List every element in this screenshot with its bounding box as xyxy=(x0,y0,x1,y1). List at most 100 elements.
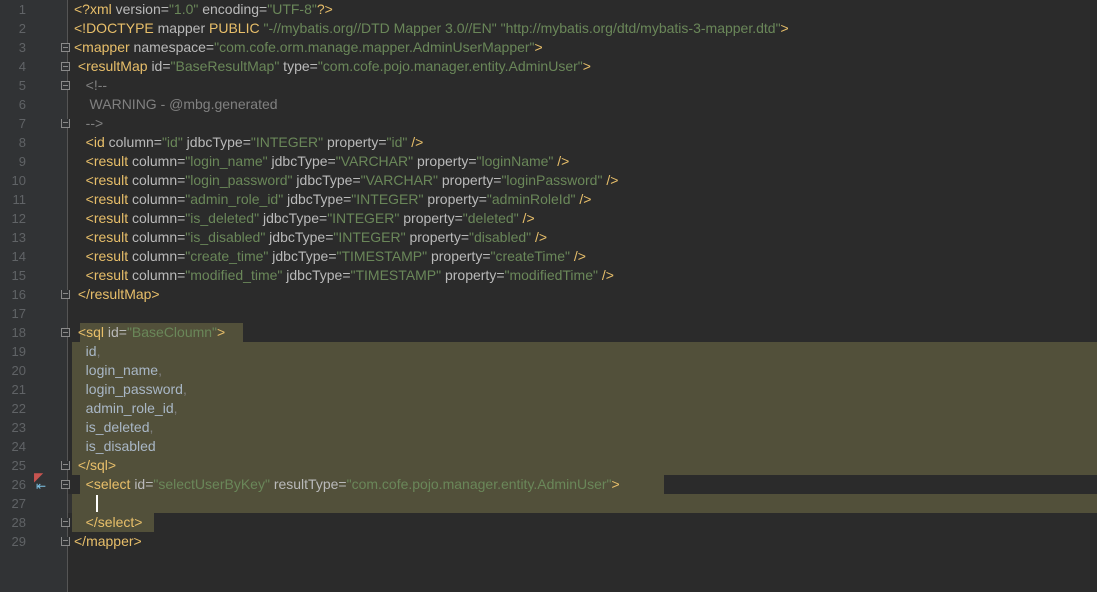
code-token: /> xyxy=(597,267,614,283)
code-token: column= xyxy=(131,172,186,188)
fold-end-icon[interactable] xyxy=(61,290,70,299)
code-token: "admin_role_id" xyxy=(185,191,284,207)
code-token: "INTEGER" xyxy=(327,210,400,226)
code-line[interactable]: <resultMap id="BaseResultMap" type="com.… xyxy=(74,57,591,76)
fold-toggle-icon[interactable] xyxy=(61,62,70,71)
code-token: <result xyxy=(85,172,132,188)
code-token: /> xyxy=(602,172,619,188)
code-token: property= xyxy=(323,134,387,150)
code-line[interactable]: id, xyxy=(74,342,101,361)
code-token: , xyxy=(96,343,101,359)
code-line[interactable]: admin_role_id, xyxy=(74,399,178,418)
code-line[interactable]: login_password, xyxy=(74,380,187,399)
code-line[interactable]: <result column="modified_time" jdbcType=… xyxy=(74,266,614,285)
code-token: > xyxy=(217,324,226,340)
code-token: property= xyxy=(399,210,463,226)
code-token: > xyxy=(534,39,543,55)
code-line[interactable]: <result column="login_password" jdbcType… xyxy=(74,171,619,190)
line-number: 18 xyxy=(11,325,26,340)
code-token: "TIMESTAMP" xyxy=(350,267,442,283)
code-line[interactable]: is_disabled xyxy=(74,437,156,456)
code-token: jdbcType= xyxy=(259,210,328,226)
navigate-to-method-icon[interactable]: ⇤ xyxy=(36,479,46,493)
code-token: login_name xyxy=(74,362,159,378)
line-number: 17 xyxy=(11,306,26,321)
code-token: column= xyxy=(131,229,186,245)
code-token: </sql> xyxy=(77,457,117,473)
code-token: is_deleted xyxy=(74,419,150,435)
code-token: resultType= xyxy=(269,476,347,492)
code-line[interactable]: <result column="is_disabled" jdbcType="I… xyxy=(74,228,547,247)
code-token: /> xyxy=(407,134,424,150)
line-number: 5 xyxy=(18,78,26,93)
code-line[interactable]: <result column="admin_role_id" jdbcType=… xyxy=(74,190,592,209)
code-line[interactable]: <result column="create_time" jdbcType="T… xyxy=(74,247,586,266)
fold-end-icon[interactable] xyxy=(61,461,70,470)
code-token: property= xyxy=(405,229,470,245)
code-line[interactable]: </mapper> xyxy=(74,532,142,551)
sql-block-highlight xyxy=(72,342,1097,475)
code-token: , xyxy=(173,400,178,416)
code-line[interactable]: </select> xyxy=(74,513,143,532)
code-token: "loginName" xyxy=(476,153,554,169)
code-line[interactable]: </resultMap> xyxy=(74,285,160,304)
code-editor[interactable]: 1 <?xml version="1.0" encoding="UTF-8"?> 2… xyxy=(0,0,1097,592)
fold-toggle-icon[interactable] xyxy=(61,81,70,90)
code-token: column= xyxy=(131,153,186,169)
code-line[interactable]: --> xyxy=(74,114,104,133)
line-number: 19 xyxy=(11,344,26,359)
code-token: <id xyxy=(85,134,109,150)
code-line[interactable]: <!DOCTYPE mapper PUBLIC "-//mybatis.org/… xyxy=(74,19,789,38)
code-token: <result xyxy=(85,248,132,264)
code-line[interactable]: <result column="is_deleted" jdbcType="IN… xyxy=(74,209,535,228)
line-number: 8 xyxy=(18,135,26,150)
line-number: 9 xyxy=(18,154,26,169)
line-number: 2 xyxy=(18,21,26,36)
code-token: id= xyxy=(134,476,154,492)
fold-end-icon[interactable] xyxy=(61,537,70,546)
code-line[interactable]: <select id="selectUserByKey" resultType=… xyxy=(74,475,620,494)
code-token: , xyxy=(158,362,162,378)
code-token: "selectUserByKey" xyxy=(153,476,270,492)
code-token: jdbcType= xyxy=(267,153,336,169)
code-token: "INTEGER" xyxy=(250,134,324,150)
code-token: </mapper> xyxy=(74,533,142,549)
fold-toggle-icon[interactable] xyxy=(61,480,70,489)
code-line[interactable]: <mapper namespace="com.cofe.orm.manage.m… xyxy=(74,38,543,57)
code-line[interactable]: <sql id="BaseCloumn"> xyxy=(74,323,225,342)
code-token: "id" xyxy=(386,134,408,150)
line-number: 12 xyxy=(11,211,26,226)
code-token: property= xyxy=(427,248,491,264)
code-token: "create_time" xyxy=(185,248,269,264)
code-token: version= xyxy=(115,1,169,17)
code-line[interactable]: is_deleted, xyxy=(74,418,154,437)
fold-toggle-icon[interactable] xyxy=(61,328,70,337)
code-token: property= xyxy=(413,153,477,169)
code-token: "1.0" xyxy=(168,1,199,17)
code-token: type= xyxy=(279,58,318,74)
code-token: "is_disabled" xyxy=(185,229,266,245)
code-line[interactable]: <?xml version="1.0" encoding="UTF-8"?> xyxy=(74,0,333,19)
code-token: "com.cofe.orm.manage.mapper.AdminUserMap… xyxy=(214,39,535,55)
code-token: jdbcType= xyxy=(292,172,361,188)
line-number: 16 xyxy=(11,287,26,302)
code-line[interactable]: </sql> xyxy=(74,456,116,475)
code-line[interactable]: <!-- xyxy=(74,76,107,95)
code-token: <result xyxy=(85,153,132,169)
code-token: /> xyxy=(569,248,586,264)
code-token: column= xyxy=(131,267,186,283)
fold-end-icon[interactable] xyxy=(61,119,70,128)
code-token: "login_password" xyxy=(185,172,293,188)
code-token: "VARCHAR" xyxy=(335,153,414,169)
fold-toggle-icon[interactable] xyxy=(61,43,70,52)
fold-end-icon[interactable] xyxy=(61,518,70,527)
code-line[interactable]: <id column="id" jdbcType="INTEGER" prope… xyxy=(74,133,424,152)
code-line[interactable]: WARNING - @mbg.generated xyxy=(74,95,278,114)
code-line[interactable]: login_name, xyxy=(74,361,162,380)
code-line[interactable]: <result column="login_name" jdbcType="VA… xyxy=(74,152,570,171)
code-token: "INTEGER" xyxy=(351,191,424,207)
line-number: 11 xyxy=(12,192,27,207)
